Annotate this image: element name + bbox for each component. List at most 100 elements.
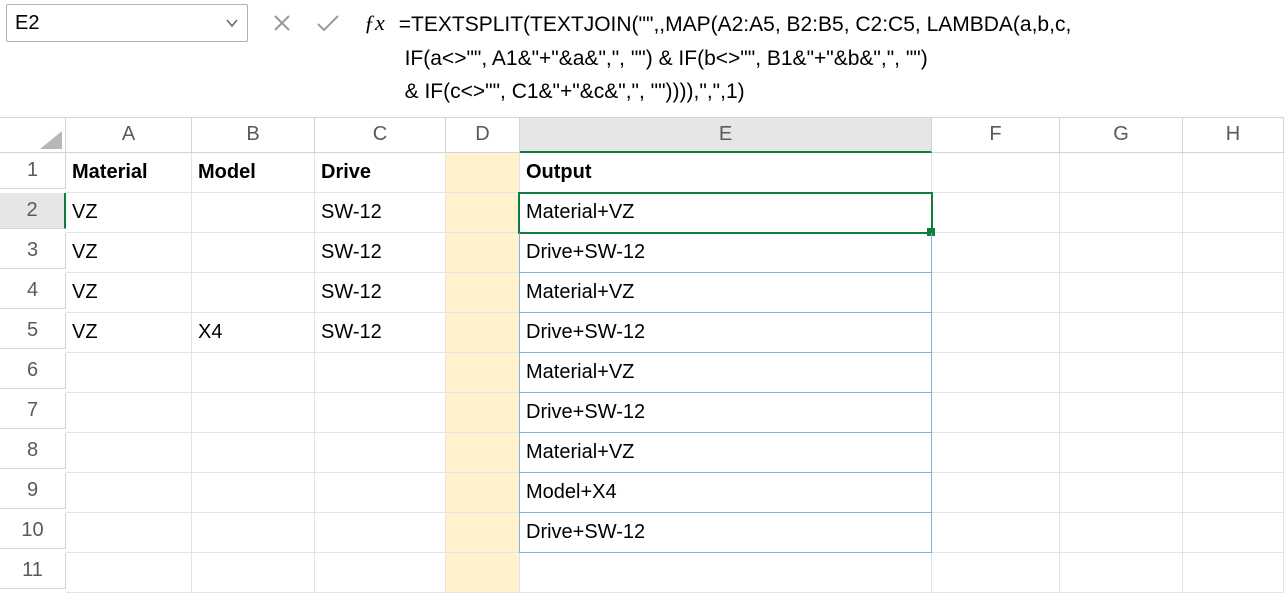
column-header-B[interactable]: B xyxy=(192,117,315,153)
cell-F8[interactable] xyxy=(932,433,1060,473)
cell-C9[interactable] xyxy=(315,473,446,513)
row-header-3[interactable]: 3 xyxy=(0,233,66,269)
cell-H5[interactable] xyxy=(1183,313,1284,353)
row-header-10[interactable]: 10 xyxy=(0,513,66,549)
cell-A9[interactable] xyxy=(66,473,192,513)
cell-G7[interactable] xyxy=(1060,393,1183,433)
cell-B6[interactable] xyxy=(192,353,315,393)
row-header-9[interactable]: 9 xyxy=(0,473,66,509)
cell-G3[interactable] xyxy=(1060,233,1183,273)
cell-G6[interactable] xyxy=(1060,353,1183,393)
cell-E2[interactable]: Material+VZ xyxy=(519,193,932,233)
cell-E9[interactable]: Model+X4 xyxy=(519,473,932,513)
cell-A3[interactable]: VZ xyxy=(66,233,192,273)
cell-D5[interactable] xyxy=(446,313,520,353)
cell-F7[interactable] xyxy=(932,393,1060,433)
cell-C1[interactable]: Drive xyxy=(315,153,446,193)
cell-B11[interactable] xyxy=(192,553,315,593)
cell-B10[interactable] xyxy=(192,513,315,553)
column-header-C[interactable]: C xyxy=(315,117,446,153)
fx-icon[interactable]: ƒx xyxy=(364,10,387,36)
cell-D7[interactable] xyxy=(446,393,520,433)
cell-E11[interactable] xyxy=(520,553,932,593)
column-header-D[interactable]: D xyxy=(446,117,520,153)
cell-F1[interactable] xyxy=(932,153,1060,193)
cell-A7[interactable] xyxy=(66,393,192,433)
column-header-A[interactable]: A xyxy=(66,117,192,153)
cell-E6[interactable]: Material+VZ xyxy=(519,353,932,393)
cell-G1[interactable] xyxy=(1060,153,1183,193)
cell-H10[interactable] xyxy=(1183,513,1284,553)
cell-D6[interactable] xyxy=(446,353,520,393)
cell-D2[interactable] xyxy=(446,193,520,233)
cell-G4[interactable] xyxy=(1060,273,1183,313)
column-header-H[interactable]: H xyxy=(1183,117,1284,153)
cell-A4[interactable]: VZ xyxy=(66,273,192,313)
enter-icon[interactable] xyxy=(316,4,340,42)
cell-B1[interactable]: Model xyxy=(192,153,315,193)
cell-C7[interactable] xyxy=(315,393,446,433)
cell-F9[interactable] xyxy=(932,473,1060,513)
cell-H4[interactable] xyxy=(1183,273,1284,313)
cell-H11[interactable] xyxy=(1183,553,1284,593)
cell-F10[interactable] xyxy=(932,513,1060,553)
cell-A2[interactable]: VZ xyxy=(66,193,192,233)
row-header-1[interactable]: 1 xyxy=(0,153,66,189)
spreadsheet-grid[interactable]: ABCDEFGH1MaterialModelDriveOutput2VZSW-1… xyxy=(0,117,1284,593)
cell-G11[interactable] xyxy=(1060,553,1183,593)
cell-F11[interactable] xyxy=(932,553,1060,593)
cell-H9[interactable] xyxy=(1183,473,1284,513)
select-all-corner[interactable] xyxy=(0,117,66,153)
column-header-G[interactable]: G xyxy=(1060,117,1183,153)
cell-H7[interactable] xyxy=(1183,393,1284,433)
cell-F5[interactable] xyxy=(932,313,1060,353)
cell-H1[interactable] xyxy=(1183,153,1284,193)
name-box[interactable]: E2 xyxy=(6,4,248,42)
cell-C4[interactable]: SW-12 xyxy=(315,273,446,313)
row-header-11[interactable]: 11 xyxy=(0,553,66,589)
cell-C2[interactable]: SW-12 xyxy=(315,193,446,233)
cell-D10[interactable] xyxy=(446,513,520,553)
cell-E4[interactable]: Material+VZ xyxy=(519,273,932,313)
cell-D9[interactable] xyxy=(446,473,520,513)
cell-G8[interactable] xyxy=(1060,433,1183,473)
cell-H6[interactable] xyxy=(1183,353,1284,393)
row-header-7[interactable]: 7 xyxy=(0,393,66,429)
cell-F2[interactable] xyxy=(932,193,1060,233)
column-header-E[interactable]: E xyxy=(520,117,932,153)
cell-D3[interactable] xyxy=(446,233,520,273)
cell-A1[interactable]: Material xyxy=(66,153,192,193)
cell-C5[interactable]: SW-12 xyxy=(315,313,446,353)
cell-G2[interactable] xyxy=(1060,193,1183,233)
cell-C10[interactable] xyxy=(315,513,446,553)
cell-C8[interactable] xyxy=(315,433,446,473)
row-header-6[interactable]: 6 xyxy=(0,353,66,389)
cell-B7[interactable] xyxy=(192,393,315,433)
cell-D8[interactable] xyxy=(446,433,520,473)
cell-E5[interactable]: Drive+SW-12 xyxy=(519,313,932,353)
cell-B5[interactable]: X4 xyxy=(192,313,315,353)
cell-D11[interactable] xyxy=(446,553,520,593)
row-header-4[interactable]: 4 xyxy=(0,273,66,309)
cell-A5[interactable]: VZ xyxy=(66,313,192,353)
cell-A11[interactable] xyxy=(66,553,192,593)
cell-B9[interactable] xyxy=(192,473,315,513)
cell-E1[interactable]: Output xyxy=(520,153,932,193)
cell-G5[interactable] xyxy=(1060,313,1183,353)
cell-C6[interactable] xyxy=(315,353,446,393)
cell-C3[interactable]: SW-12 xyxy=(315,233,446,273)
cell-E8[interactable]: Material+VZ xyxy=(519,433,932,473)
cell-A8[interactable] xyxy=(66,433,192,473)
row-header-8[interactable]: 8 xyxy=(0,433,66,469)
cell-A10[interactable] xyxy=(66,513,192,553)
cell-H2[interactable] xyxy=(1183,193,1284,233)
cell-H3[interactable] xyxy=(1183,233,1284,273)
cell-B2[interactable] xyxy=(192,193,315,233)
formula-input[interactable]: =TEXTSPLIT(TEXTJOIN("",,MAP(A2:A5, B2:B5… xyxy=(399,4,1072,109)
cell-F6[interactable] xyxy=(932,353,1060,393)
cancel-icon[interactable] xyxy=(272,4,292,42)
cell-G9[interactable] xyxy=(1060,473,1183,513)
cell-A6[interactable] xyxy=(66,353,192,393)
row-header-2[interactable]: 2 xyxy=(0,193,66,229)
cell-E10[interactable]: Drive+SW-12 xyxy=(519,513,932,553)
